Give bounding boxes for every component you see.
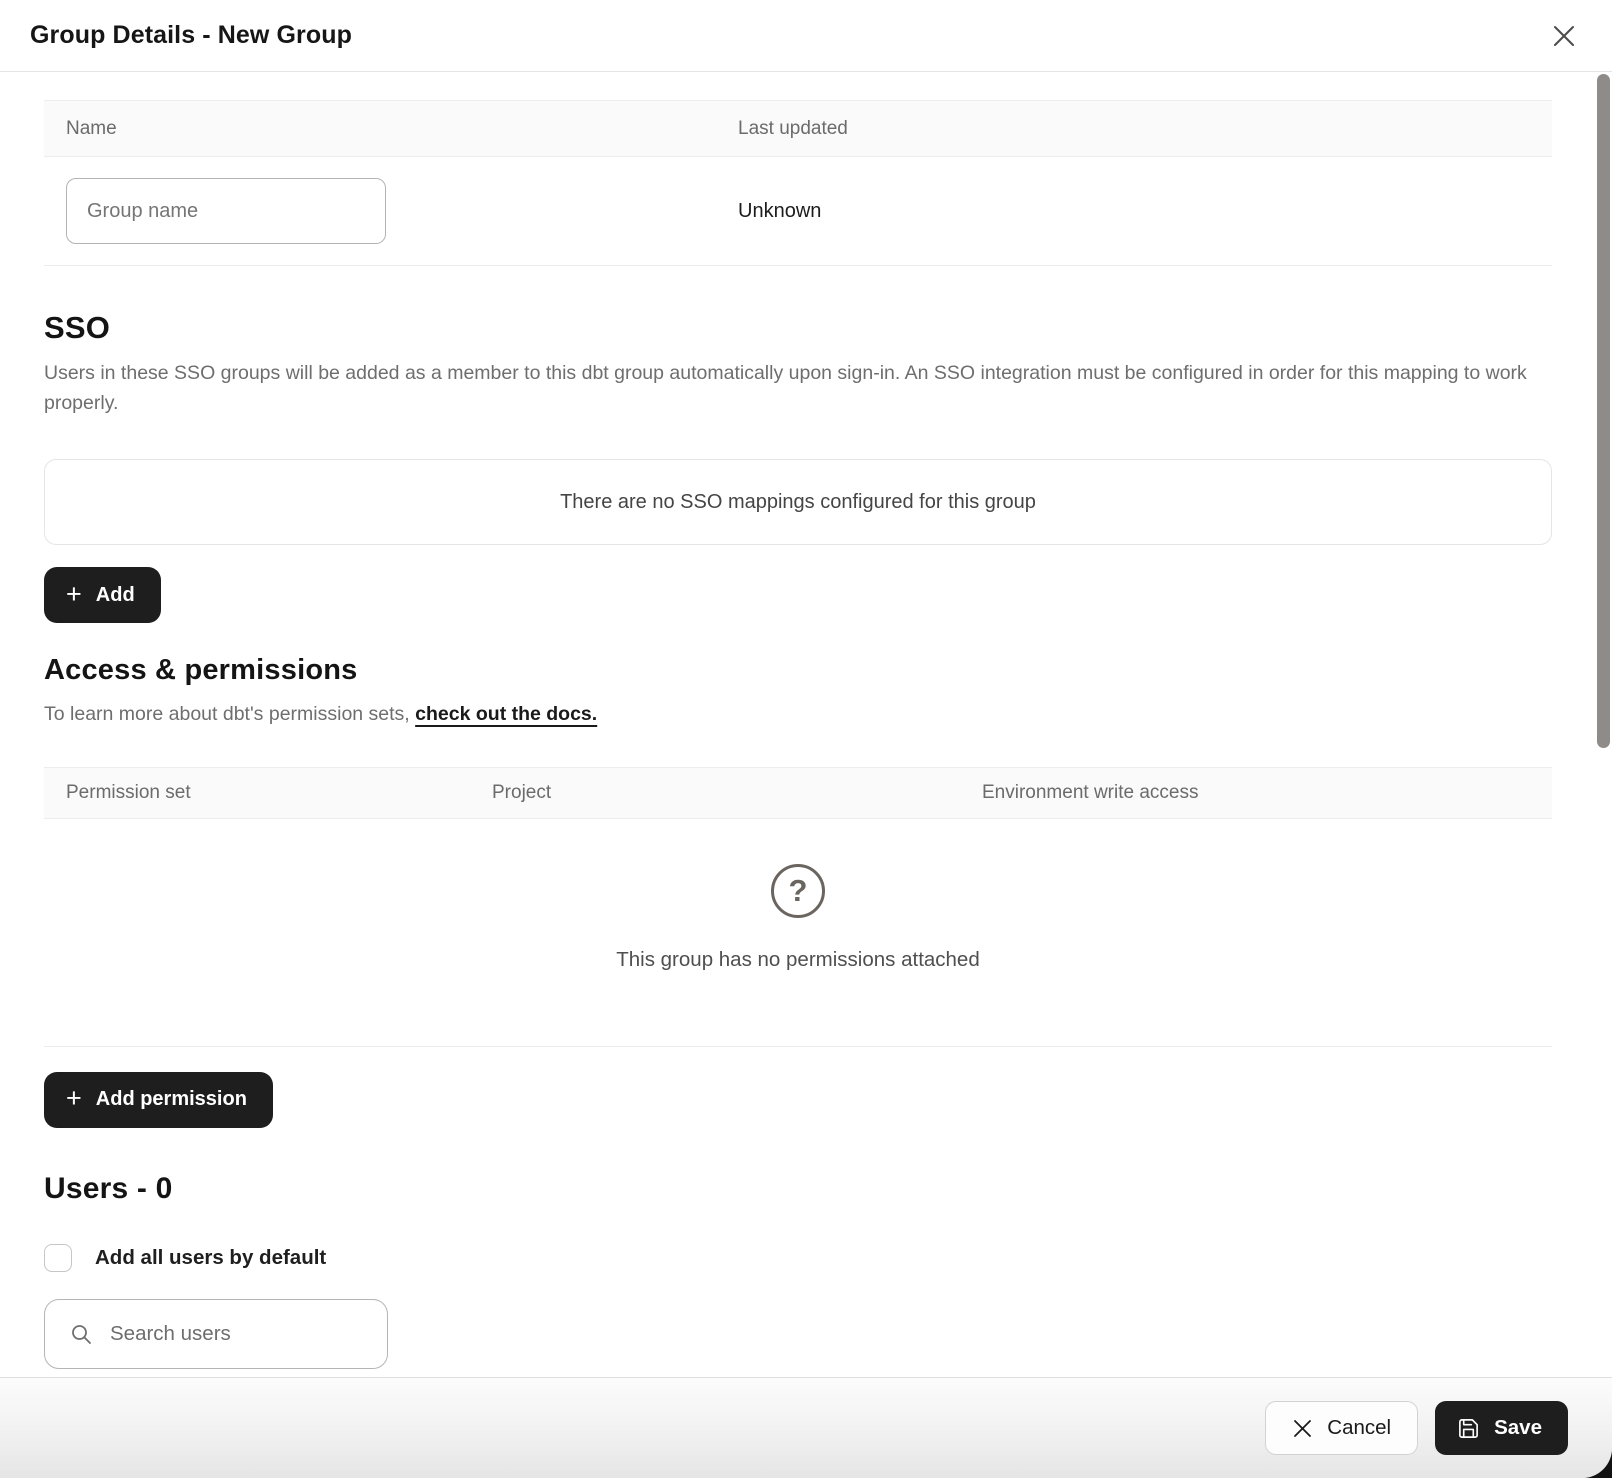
cancel-x-icon xyxy=(1292,1418,1313,1439)
add-permission-button[interactable]: + Add permission xyxy=(44,1072,273,1128)
add-all-users-row: Add all users by default xyxy=(44,1244,1552,1272)
column-header-permission-set: Permission set xyxy=(44,768,470,818)
close-button[interactable] xyxy=(1542,14,1586,58)
save-button[interactable]: Save xyxy=(1435,1401,1568,1455)
column-header-project: Project xyxy=(470,768,960,818)
permissions-description: To learn more about dbt's permission set… xyxy=(44,700,1552,730)
group-name-table-header: Name Last updated xyxy=(44,100,1552,157)
add-sso-mapping-label: Add xyxy=(96,584,135,607)
cancel-label: Cancel xyxy=(1327,1416,1391,1440)
modal-title: Group Details - New Group xyxy=(30,21,352,50)
permissions-description-text: To learn more about dbt's permission set… xyxy=(44,703,415,725)
permissions-table: Permission set Project Environment write… xyxy=(44,767,1552,1047)
modal-footer: Cancel Save xyxy=(0,1377,1612,1478)
search-users-field xyxy=(44,1299,388,1369)
permissions-empty-state: ? This group has no permissions attached xyxy=(44,819,1552,1047)
access-permissions-heading: Access & permissions xyxy=(44,654,1552,687)
question-circle-icon: ? xyxy=(771,864,825,918)
modal-content: Name Last updated Unknown SSO Users in t… xyxy=(0,100,1612,1369)
add-sso-mapping-button[interactable]: + Add xyxy=(44,567,161,623)
save-icon xyxy=(1457,1417,1480,1440)
last-updated-value: Unknown xyxy=(716,200,1552,223)
cancel-button[interactable]: Cancel xyxy=(1265,1401,1418,1455)
users-heading: Users - 0 xyxy=(44,1172,1552,1206)
column-header-name: Name xyxy=(44,101,716,156)
group-details-modal: Group Details - New Group Name Last upda… xyxy=(0,0,1612,1478)
sso-empty-state: There are no SSO mappings configured for… xyxy=(44,459,1552,545)
plus-icon: + xyxy=(66,581,82,608)
sso-heading: SSO xyxy=(44,310,1552,346)
group-name-table: Name Last updated Unknown xyxy=(44,100,1552,266)
save-label: Save xyxy=(1494,1416,1542,1440)
vertical-scrollbar[interactable] xyxy=(1597,74,1610,748)
plus-icon: + xyxy=(66,1085,82,1112)
column-header-environment-write-access: Environment write access xyxy=(960,768,1552,818)
sso-description: Users in these SSO groups will be added … xyxy=(44,359,1552,418)
close-icon xyxy=(1551,23,1577,49)
permissions-empty-message: This group has no permissions attached xyxy=(616,948,980,972)
add-all-users-checkbox[interactable] xyxy=(44,1244,72,1272)
question-glyph: ? xyxy=(789,873,808,909)
search-icon xyxy=(69,1322,93,1346)
docs-link[interactable]: check out the docs. xyxy=(415,703,597,725)
group-name-input[interactable] xyxy=(66,178,386,244)
permissions-table-header: Permission set Project Environment write… xyxy=(44,767,1552,819)
sso-empty-message: There are no SSO mappings configured for… xyxy=(560,491,1036,514)
modal-header: Group Details - New Group xyxy=(0,0,1612,72)
add-permission-label: Add permission xyxy=(96,1088,247,1111)
add-all-users-label: Add all users by default xyxy=(95,1246,326,1270)
table-row: Unknown xyxy=(44,157,1552,266)
search-users-input[interactable] xyxy=(110,1322,369,1346)
column-header-last-updated: Last updated xyxy=(716,101,1552,156)
